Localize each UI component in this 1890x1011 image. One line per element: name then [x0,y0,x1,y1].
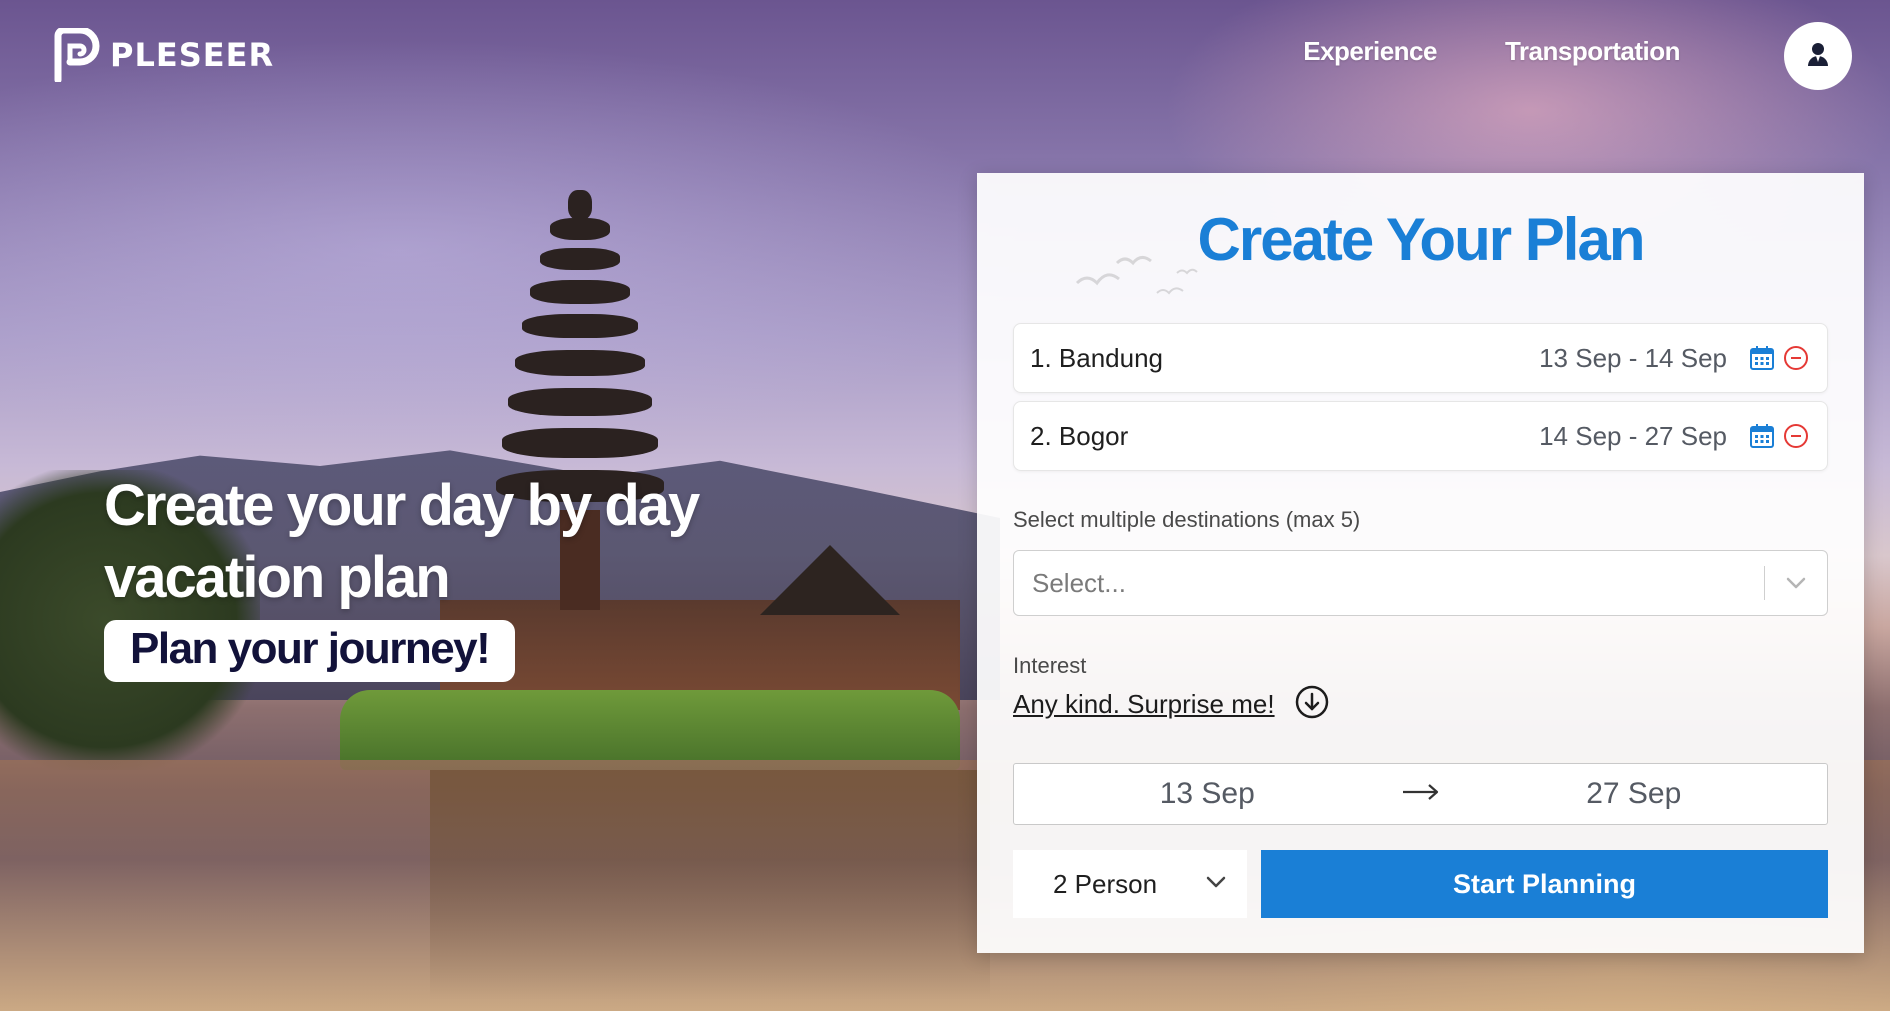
main-nav: Experience Transportation [1303,36,1680,67]
destinations-select[interactable]: Select... [1013,550,1828,616]
destination-row[interactable]: 1. Bandung 13 Sep - 14 Sep [1013,323,1828,393]
destination-name: 1. Bandung [1030,342,1164,373]
logo-mark-icon [54,26,100,84]
destination-dates: 13 Sep - 14 Sep [1539,342,1727,373]
destination-name: 2. Bogor [1030,420,1129,451]
brand-logo[interactable]: PLESEER [54,26,275,84]
plan-title: Create Your Plan [1197,206,1646,273]
user-icon [1807,42,1829,71]
nav-transportation[interactable]: Transportation [1505,36,1681,67]
person-count-value: 2 Person [1053,868,1158,899]
top-navbar: PLESEER Experience Transportation [0,0,1890,110]
interest-selector[interactable]: Any kind. Surprise me! [1013,685,1329,724]
brand-name: PLESEER [110,36,275,74]
destinations-select-label: Select multiple destinations (max 5) [1013,507,1361,532]
date-range-picker[interactable]: 13 Sep 27 Sep [1013,763,1828,825]
user-avatar-button[interactable] [1784,22,1852,90]
chevron-down-icon[interactable] [1765,577,1827,589]
start-planning-button[interactable]: Start Planning [1261,850,1828,918]
remove-circle-icon[interactable] [1781,343,1811,373]
water-reflection [430,770,990,1000]
hero-title: Create your day by day vacation plan [104,473,700,610]
hero-section: Create your day by day vacation plan Pla… [104,470,784,682]
destination-dates: 14 Sep - 27 Sep [1539,420,1727,451]
hero-badge: Plan your journey! [104,620,516,682]
nav-experience[interactable]: Experience [1303,36,1437,67]
interest-label: Interest [1013,653,1087,678]
select-placeholder: Select... [1032,567,1126,598]
interest-value[interactable]: Any kind. Surprise me! [1013,689,1275,720]
remove-circle-icon[interactable] [1781,421,1811,451]
create-plan-card: Create Your Plan 1. Bandung 13 Sep - 14 … [977,173,1864,953]
calendar-icon[interactable] [1747,421,1777,451]
destination-row[interactable]: 2. Bogor 14 Sep - 27 Sep [1013,401,1828,471]
end-date[interactable]: 27 Sep [1441,777,1828,811]
arrow-right-icon [1401,782,1441,807]
hedge [340,690,960,770]
person-count-select[interactable]: 2 Person [1013,850,1247,918]
chevron-down-icon [1205,875,1227,894]
calendar-icon[interactable] [1747,343,1777,373]
start-date[interactable]: 13 Sep [1014,777,1401,811]
arrow-down-circle-icon[interactable] [1295,685,1329,724]
